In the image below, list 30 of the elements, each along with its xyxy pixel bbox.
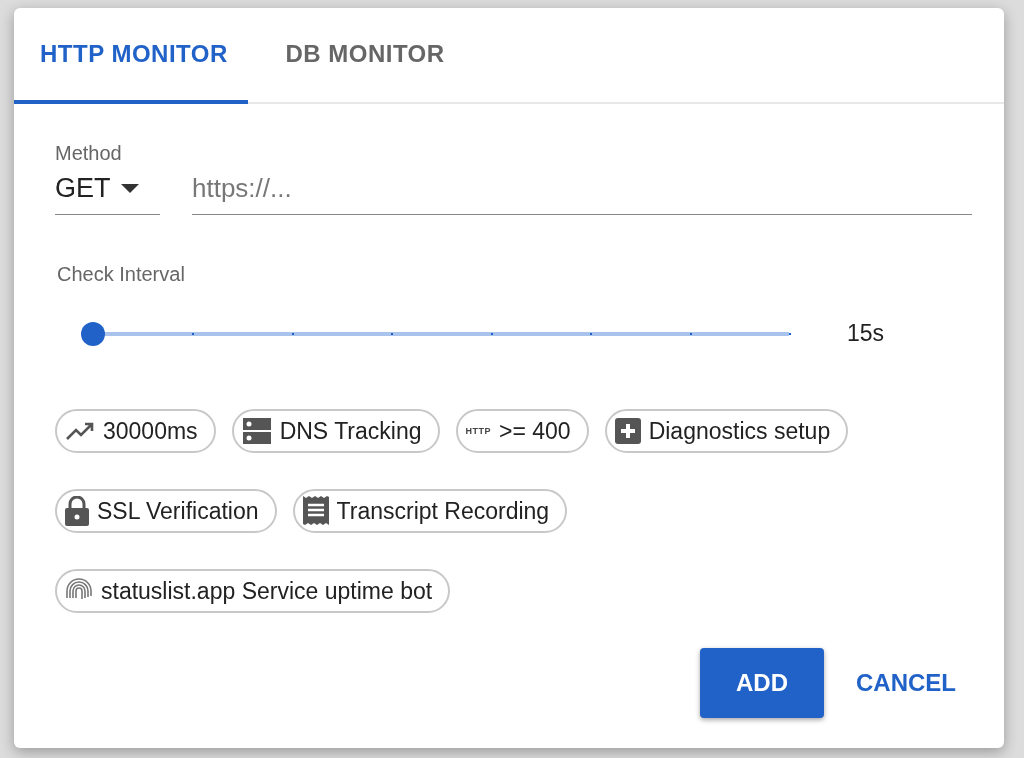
receipt-icon xyxy=(302,496,329,526)
chip-label: SSL Verification xyxy=(97,497,259,525)
add-button[interactable]: ADD xyxy=(700,648,824,718)
method-select[interactable]: GET xyxy=(55,173,160,215)
chip-label: statuslist.app Service uptime bot xyxy=(101,577,433,605)
slider-thumb[interactable] xyxy=(81,321,105,346)
trending-up-icon xyxy=(65,421,95,441)
interval-value: 15s xyxy=(847,320,885,347)
chip-label: >= 400 xyxy=(499,417,571,445)
chip-label: DNS Tracking xyxy=(279,417,422,445)
tab[interactable]: DB MONITOR xyxy=(248,8,482,104)
plus-box-icon xyxy=(614,418,641,444)
option-chip[interactable]: Transcript Recording xyxy=(292,489,568,533)
option-chip[interactable]: DNS Tracking xyxy=(231,409,440,453)
check-interval-label: Check Interval xyxy=(57,263,186,286)
chip-label: 30000ms xyxy=(103,417,198,445)
server-icon xyxy=(241,417,272,445)
chip-label: Diagnostics setup xyxy=(648,417,831,445)
http-icon: HTTP xyxy=(465,426,491,436)
method-label: Method xyxy=(55,142,123,165)
option-chip[interactable]: statuslist.app Service uptime bot xyxy=(55,569,451,613)
option-chip[interactable]: 30000ms xyxy=(55,409,216,453)
dropdown-arrow-icon xyxy=(120,184,139,193)
tab[interactable]: HTTP MONITOR xyxy=(14,8,248,104)
option-chip[interactable]: HTTP >= 400 xyxy=(455,409,589,453)
cancel-button[interactable]: CANCEL xyxy=(856,661,956,705)
option-chip[interactable]: Diagnostics setup xyxy=(604,409,849,453)
option-chip[interactable]: SSL Verification xyxy=(55,489,277,533)
lock-icon xyxy=(65,496,89,526)
chip-label: Transcript Recording xyxy=(336,497,550,525)
